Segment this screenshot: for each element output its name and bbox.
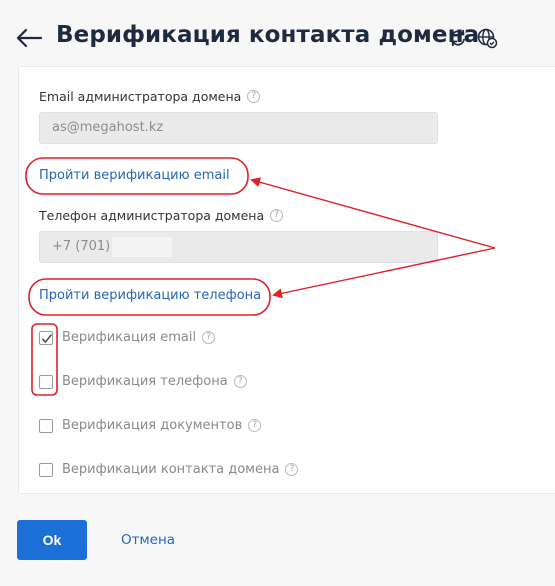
phone-field[interactable]: +7 (701) bbox=[39, 231, 438, 263]
checkbox-label: Верификация email bbox=[62, 330, 197, 345]
checkbox[interactable] bbox=[39, 330, 53, 345]
help-icon[interactable]: ? bbox=[202, 331, 216, 344]
verify-phone-link[interactable]: Пройти верификацию телефона bbox=[39, 288, 261, 303]
email-label: Email администратора домена ? bbox=[39, 89, 261, 104]
checkbox[interactable] bbox=[39, 374, 53, 389]
phone-label: Телефон администратора домена ? bbox=[39, 208, 284, 223]
email-label-text: Email администратора домена bbox=[39, 89, 242, 104]
help-icon[interactable]: ? bbox=[248, 419, 262, 432]
cancel-link[interactable]: Отмена bbox=[121, 532, 175, 548]
phone-label-text: Телефон администратора домена bbox=[39, 208, 265, 223]
page-title: Верификация контакта домена bbox=[56, 22, 480, 48]
back-arrow-icon[interactable] bbox=[14, 24, 44, 52]
help-icon[interactable]: ? bbox=[247, 90, 261, 103]
checkbox-label: Верификация телефона bbox=[62, 374, 228, 389]
checkbox-row[interactable]: Верификация документов ? bbox=[39, 418, 262, 433]
globe-icon[interactable] bbox=[476, 27, 498, 49]
checkbox-row[interactable]: Верификация телефона ? bbox=[39, 374, 247, 389]
refresh-icon[interactable] bbox=[448, 28, 468, 48]
checkbox[interactable] bbox=[39, 418, 53, 433]
email-field[interactable]: as@megahost.kz bbox=[39, 112, 438, 144]
help-icon[interactable]: ? bbox=[285, 463, 299, 476]
verify-email-link[interactable]: Пройти верификацию email bbox=[39, 168, 230, 183]
checkbox-row[interactable]: Верификации контакта домена ? bbox=[39, 462, 299, 477]
checkbox[interactable] bbox=[39, 462, 53, 477]
phone-value: +7 (701) bbox=[52, 239, 111, 254]
page-header: Верификация контакта домена bbox=[0, 0, 555, 70]
email-value: as@megahost.kz bbox=[52, 120, 164, 135]
checkmark-icon bbox=[41, 333, 53, 343]
help-icon[interactable]: ? bbox=[233, 375, 247, 388]
checkbox-row[interactable]: Верификация email ? bbox=[39, 330, 216, 345]
checkbox-label: Верификации контакта домена bbox=[62, 462, 280, 477]
ok-button[interactable]: Ok bbox=[17, 520, 87, 560]
checkbox-label: Верификация документов bbox=[62, 418, 243, 433]
form-panel: Email администратора домена ? as@megahos… bbox=[18, 66, 555, 494]
redacted-block bbox=[112, 236, 173, 257]
help-icon[interactable]: ? bbox=[270, 209, 284, 222]
